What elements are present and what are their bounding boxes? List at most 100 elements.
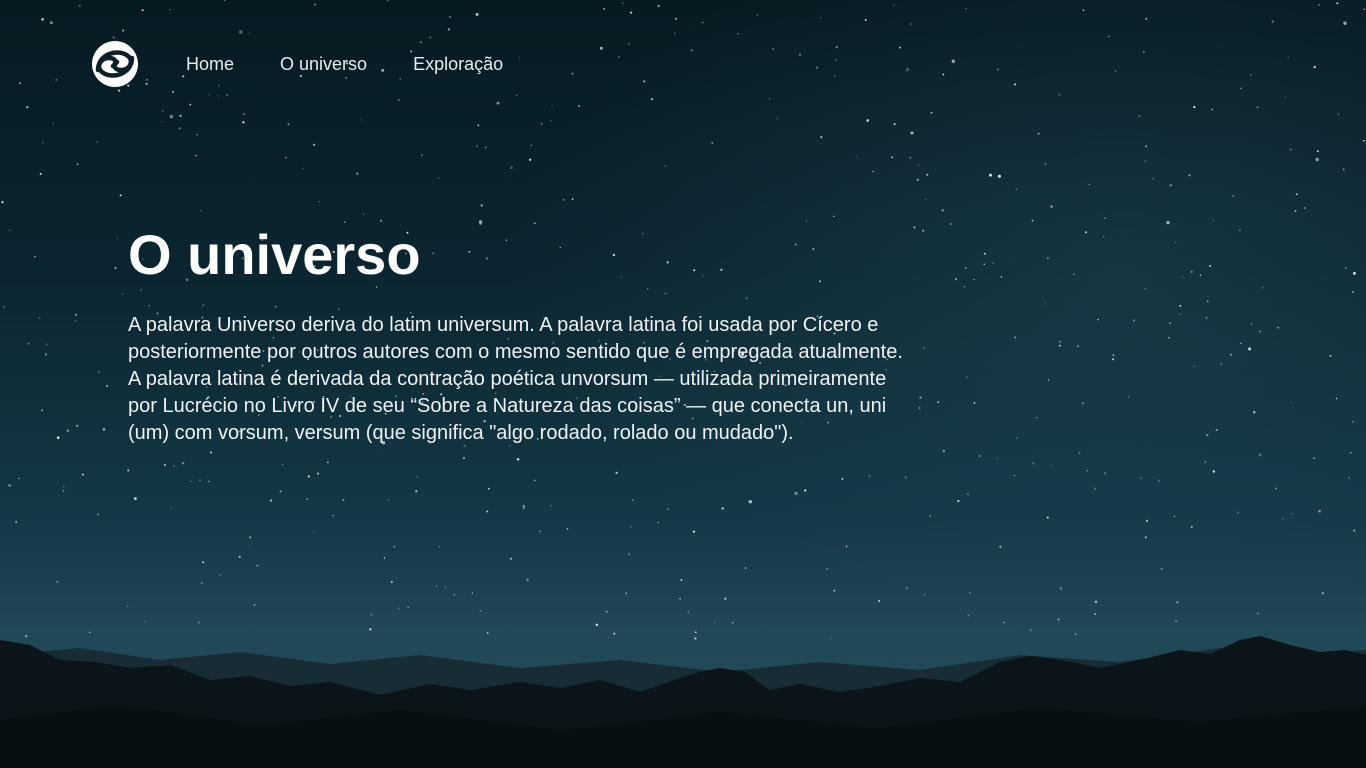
star: [891, 156, 894, 159]
star: [1046, 516, 1049, 519]
star: [966, 376, 968, 378]
star: [8, 229, 11, 232]
star: [342, 499, 345, 501]
star: [1168, 336, 1170, 339]
star: [122, 29, 125, 32]
star: [105, 384, 109, 388]
star: [694, 637, 697, 640]
star: [119, 194, 122, 197]
star: [486, 510, 489, 513]
star: [41, 409, 44, 412]
star: [429, 36, 432, 39]
star: [1237, 511, 1239, 514]
star: [407, 606, 409, 608]
star: [387, 499, 390, 501]
star: [721, 507, 724, 510]
star: [1032, 462, 1035, 465]
star: [926, 173, 929, 176]
star: [1206, 300, 1209, 303]
star: [390, 581, 393, 583]
star: [1232, 195, 1234, 197]
star: [866, 119, 870, 122]
star: [173, 465, 175, 467]
star: [127, 469, 130, 472]
star: [1258, 330, 1261, 333]
star: [1139, 477, 1142, 480]
star: [356, 172, 359, 175]
star: [1343, 21, 1347, 25]
star: [1294, 209, 1297, 212]
star: [25, 635, 28, 638]
star: [595, 623, 599, 627]
star: [816, 66, 819, 69]
star: [1211, 108, 1213, 111]
star: [116, 238, 119, 240]
star: [1295, 193, 1298, 196]
star: [1352, 271, 1356, 275]
star: [1138, 115, 1141, 118]
star: [541, 123, 543, 125]
star: [437, 177, 439, 180]
spiral-galaxy-icon[interactable]: [90, 40, 140, 88]
star: [415, 490, 418, 493]
star: [1353, 529, 1356, 532]
star: [918, 407, 921, 409]
star: [674, 17, 677, 20]
star: [510, 166, 513, 169]
star: [196, 134, 198, 136]
star: [533, 479, 536, 482]
star: [1215, 429, 1218, 432]
nav-link-o-universo[interactable]: O universo: [280, 54, 367, 75]
nav-link-home[interactable]: Home: [186, 54, 234, 75]
star: [1209, 264, 1212, 268]
star: [664, 164, 667, 167]
star: [49, 21, 53, 25]
star: [1256, 106, 1259, 109]
star: [248, 545, 251, 547]
star: [692, 530, 696, 533]
star: [1050, 205, 1053, 208]
star: [444, 586, 447, 589]
star: [1179, 313, 1181, 315]
star: [1088, 183, 1090, 186]
star: [486, 632, 489, 634]
star: [756, 14, 759, 17]
star: [798, 53, 802, 56]
star: [1290, 402, 1292, 404]
star: [1173, 515, 1176, 517]
star: [1166, 220, 1170, 225]
star: [15, 521, 17, 523]
star: [1112, 358, 1115, 361]
star: [102, 428, 106, 431]
star: [941, 209, 944, 212]
star: [208, 480, 210, 483]
star: [845, 545, 848, 548]
star: [41, 18, 44, 21]
star: [393, 545, 396, 548]
nav-link-exploracao[interactable]: Exploração: [413, 54, 503, 75]
star: [484, 146, 487, 149]
star: [1230, 353, 1233, 356]
star: [169, 114, 174, 119]
star: [893, 4, 895, 6]
star: [855, 155, 857, 158]
star: [613, 632, 616, 635]
star: [1081, 402, 1085, 405]
star: [1175, 241, 1177, 244]
star: [694, 631, 697, 634]
star: [238, 30, 243, 34]
star: [98, 371, 100, 373]
star: [144, 620, 146, 622]
star: [1179, 304, 1182, 307]
star: [1257, 612, 1259, 615]
star: [1093, 487, 1097, 490]
star: [625, 592, 628, 595]
star: [978, 454, 981, 458]
star: [1082, 9, 1085, 12]
star: [42, 142, 44, 144]
star: [19, 82, 21, 85]
star: [369, 628, 372, 631]
star: [571, 72, 574, 75]
star: [52, 122, 54, 124]
star: [1084, 231, 1087, 234]
